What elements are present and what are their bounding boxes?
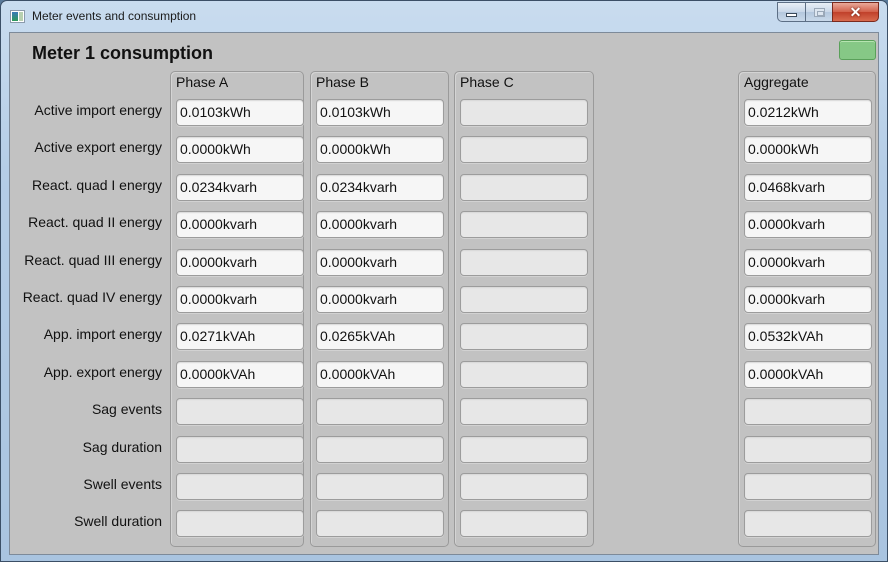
- value-field-phase-c[interactable]: [460, 173, 588, 201]
- value-field-phase-a[interactable]: 0.0000kvarh: [176, 211, 304, 239]
- value-field-phase-c[interactable]: [460, 510, 588, 538]
- value-field-phase-b[interactable]: 0.0265kVAh: [316, 323, 444, 351]
- minimize-button[interactable]: [777, 2, 805, 22]
- value-field-phase-c[interactable]: [460, 136, 588, 164]
- row-label: React. quad III energy: [24, 251, 162, 268]
- group-title: Aggregate: [744, 74, 809, 90]
- value-field-phase-a[interactable]: [176, 435, 304, 463]
- value-field-aggregate[interactable]: [744, 473, 872, 500]
- value-field-aggregate[interactable]: [744, 435, 872, 463]
- window-controls: ✕: [777, 2, 879, 22]
- value-field-aggregate[interactable]: [744, 398, 872, 426]
- value-field-phase-b[interactable]: [316, 435, 444, 463]
- value-field-phase-b[interactable]: 0.0000kvarh: [316, 248, 444, 276]
- group-title: Phase A: [176, 74, 229, 90]
- value-field-phase-a[interactable]: 0.0234kvarh: [176, 173, 304, 201]
- row-label: Swell events: [83, 476, 162, 492]
- status-indicator: [839, 40, 876, 60]
- value-field-phase-c[interactable]: [460, 435, 588, 463]
- minimize-icon: [786, 12, 797, 17]
- value-field-phase-c[interactable]: [460, 323, 588, 351]
- value-field-phase-a[interactable]: 0.0103kWh: [176, 99, 304, 126]
- value-field-aggregate[interactable]: 0.0000kvarh: [744, 286, 872, 313]
- maximize-icon: [813, 7, 825, 17]
- value-field-phase-a[interactable]: [176, 510, 304, 538]
- value-field-aggregate[interactable]: 0.0000kvarh: [744, 211, 872, 239]
- row-label: Active export energy: [34, 139, 162, 156]
- value-field-phase-b[interactable]: [316, 473, 444, 500]
- close-icon: ✕: [849, 4, 862, 20]
- app-window: Meter events and consumption ✕ Meter 1 c…: [0, 0, 888, 562]
- value-field-phase-b[interactable]: 0.0000kWh: [316, 136, 444, 164]
- value-field-phase-a[interactable]: 0.0000kvarh: [176, 286, 304, 313]
- value-field-phase-b[interactable]: 0.0000kVAh: [316, 360, 444, 388]
- value-field-phase-b[interactable]: 0.0000kvarh: [316, 211, 444, 239]
- row-label: App. import energy: [43, 326, 162, 343]
- value-field-phase-a[interactable]: [176, 398, 304, 426]
- value-field-aggregate[interactable]: 0.0532kVAh: [744, 323, 872, 351]
- group-title: Phase B: [316, 74, 369, 90]
- close-button[interactable]: ✕: [832, 2, 879, 22]
- value-field-phase-a[interactable]: 0.0271kVAh: [176, 323, 304, 351]
- row-label: App. export energy: [43, 363, 162, 380]
- value-field-aggregate[interactable]: 0.0000kvarh: [744, 248, 872, 276]
- value-field-phase-c[interactable]: [460, 99, 588, 126]
- value-field-phase-a[interactable]: 0.0000kvarh: [176, 248, 304, 276]
- value-field-phase-a[interactable]: 0.0000kWh: [176, 136, 304, 164]
- row-label: Active import energy: [34, 102, 162, 118]
- group-phase-b: Phase B 0.0103kWh 0.0000kWh 0.0234kvarh 0.0…: [310, 71, 449, 547]
- value-field-phase-b[interactable]: 0.0000kvarh: [316, 286, 444, 313]
- group-title: Phase C: [460, 74, 514, 90]
- group-phase-c: Phase C: [454, 71, 594, 547]
- value-field-aggregate[interactable]: 0.0212kWh: [744, 99, 872, 126]
- value-field-phase-a[interactable]: [176, 473, 304, 500]
- value-field-phase-b[interactable]: 0.0103kWh: [316, 99, 444, 126]
- value-field-phase-b[interactable]: [316, 398, 444, 426]
- page-title: Meter 1 consumption: [32, 43, 214, 63]
- value-field-aggregate[interactable]: 0.0468kvarh: [744, 173, 872, 201]
- client-area: Meter 1 consumption Active import energy…: [9, 32, 879, 555]
- row-label: Swell duration: [74, 513, 162, 530]
- window-title: Meter events and consumption: [32, 9, 197, 23]
- maximize-button[interactable]: [805, 2, 832, 22]
- value-field-phase-c[interactable]: [460, 248, 588, 276]
- group-aggregate: Aggregate 0.0212kWh 0.0000kWh 0.0468kvarh 0…: [738, 71, 876, 547]
- value-field-phase-c[interactable]: [460, 211, 588, 239]
- row-label: React. quad II energy: [28, 214, 162, 231]
- value-field-phase-a[interactable]: 0.0000kVAh: [176, 360, 304, 388]
- value-field-phase-c[interactable]: [460, 286, 588, 313]
- value-field-phase-b[interactable]: [316, 510, 444, 538]
- value-field-phase-b[interactable]: 0.0234kvarh: [316, 173, 444, 201]
- value-field-phase-c[interactable]: [460, 360, 588, 388]
- value-field-phase-c[interactable]: [460, 398, 588, 426]
- row-label: Sag duration: [82, 438, 162, 455]
- app-icon: [10, 10, 25, 23]
- value-field-aggregate[interactable]: 0.0000kVAh: [744, 360, 872, 388]
- row-label: React. quad I energy: [32, 176, 162, 193]
- row-label: React. quad IV energy: [22, 289, 162, 305]
- value-field-phase-c[interactable]: [460, 473, 588, 500]
- value-field-aggregate[interactable]: [744, 510, 872, 538]
- group-phase-a: Phase A 0.0103kWh 0.0000kWh 0.0234kvarh 0.0…: [170, 71, 304, 547]
- value-field-aggregate[interactable]: 0.0000kWh: [744, 136, 872, 164]
- title-bar[interactable]: Meter events and consumption ✕: [1, 1, 887, 32]
- row-label: Sag events: [91, 401, 162, 418]
